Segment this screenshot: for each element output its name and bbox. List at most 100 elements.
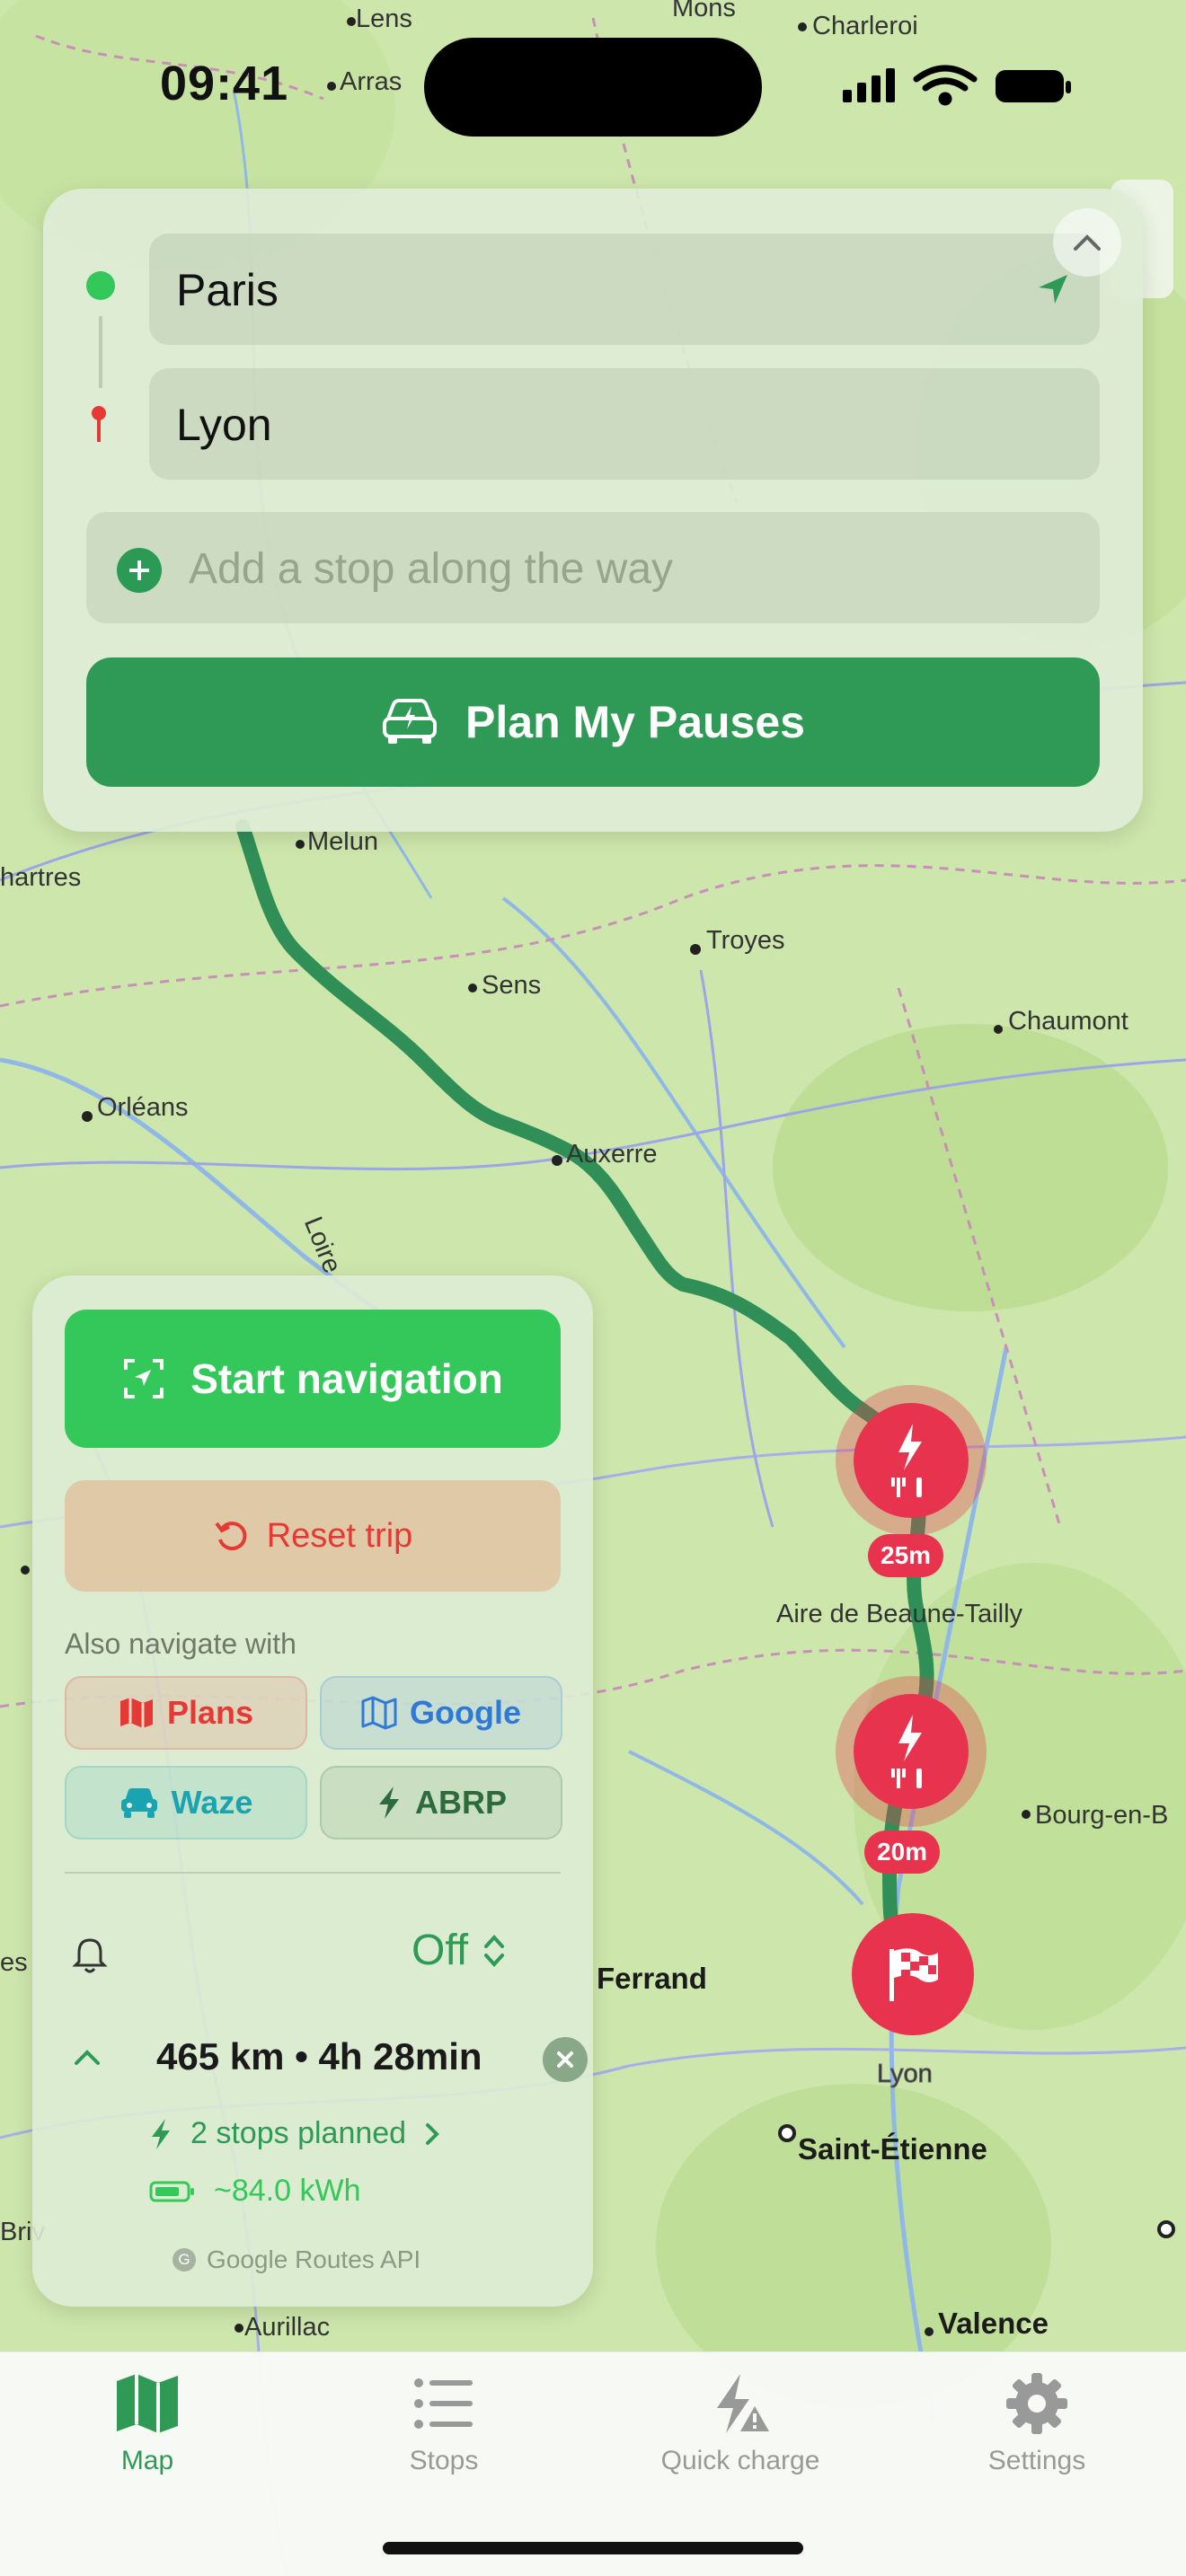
map-label: Charleroi (812, 12, 918, 40)
battery-icon (149, 2181, 194, 2201)
chevron-up-down-icon (484, 1934, 505, 1967)
tab-map-label: Map (120, 2446, 174, 2475)
attribution: G Google Routes API (173, 2245, 420, 2274)
map-label: Lyon (877, 2060, 933, 2088)
wifi-icon (913, 65, 978, 106)
alert-value: Off (412, 1927, 469, 1974)
map-label: Orléans (97, 1093, 189, 1122)
origin-dot (86, 271, 115, 300)
destination-field[interactable]: Lyon (149, 368, 1100, 480)
reset-trip-label: Reset trip (266, 1516, 413, 1555)
destination-marker[interactable] (852, 1913, 974, 2035)
close-icon (557, 2051, 573, 2068)
bolt-warning-icon (717, 2374, 769, 2433)
reset-trip-button[interactable]: Reset trip (65, 1480, 561, 1592)
tab-stops-label: Stops (409, 2446, 479, 2475)
car-icon (120, 1788, 157, 1818)
plan-pauses-label: Plan My Pauses (465, 697, 805, 747)
plans-label: Plans (166, 1694, 254, 1731)
map-label: Arras (340, 67, 402, 96)
add-stop-field[interactable]: Add a stop along the way (86, 512, 1100, 623)
home-indicator (383, 2542, 803, 2554)
add-icon (117, 548, 162, 593)
checkered-flag-icon (890, 1948, 938, 2001)
status-icons (836, 65, 1078, 114)
abrp-label: ABRP (414, 1784, 507, 1821)
tab-quick-charge-label: Quick charge (660, 2446, 820, 2475)
route-planner-card: Paris Lyon Add a stop along the way Plan… (43, 189, 1143, 832)
trip-summary[interactable]: 465 km • 4h 28min (65, 2035, 588, 2089)
tab-quick-charge[interactable]: Quick charge (642, 2372, 839, 2498)
tab-stops[interactable]: Stops (345, 2372, 543, 2498)
map-label: Aurillac (244, 2313, 330, 2342)
map-icon (119, 1698, 153, 1728)
bolt-fork-icon (891, 1424, 922, 1497)
reset-icon (215, 1522, 247, 1551)
tab-map[interactable]: Map (49, 2372, 246, 2498)
list-icon (414, 2378, 473, 2429)
energy-value: ~84.0 kWh (214, 2174, 361, 2208)
start-navigation-label: Start navigation (190, 1355, 503, 1402)
map-label: Ferrand (597, 1962, 707, 1995)
dynamic-island (424, 38, 762, 137)
gear-icon (1006, 2373, 1067, 2434)
stops-planned-label: 2 stops planned (190, 2116, 407, 2150)
bolt-icon (378, 1786, 399, 1819)
also-navigate-label: Also navigate with (65, 1628, 296, 1660)
attribution-label: Google Routes API (207, 2245, 421, 2273)
map-label: Bourg-en-B (1035, 1801, 1168, 1830)
status-time: 09:41 (160, 57, 289, 110)
chevron-right-icon (426, 2122, 439, 2145)
map-label: Aire de Beaune-Tailly (776, 1600, 1023, 1628)
chevron-up-icon (1074, 234, 1101, 251)
waze-label: Waze (171, 1784, 253, 1821)
map-label: Saint-Étienne (798, 2132, 987, 2166)
plans-button[interactable]: Plans (65, 1676, 307, 1750)
google-g-icon: G (173, 2248, 196, 2272)
stops-planned-link[interactable]: 2 stops planned (149, 2116, 440, 2151)
energy-estimate: ~84.0 kWh (149, 2174, 360, 2209)
location-arrow-icon[interactable] (1037, 273, 1069, 305)
charging-stop-marker[interactable] (854, 1403, 969, 1518)
waze-button[interactable]: Waze (65, 1766, 307, 1839)
map-label: Auxerre (566, 1140, 658, 1169)
map-label: Chaumont (1008, 1007, 1128, 1036)
route-connector (99, 316, 102, 388)
plan-pauses-button[interactable]: Plan My Pauses (86, 657, 1100, 787)
battery-icon (996, 70, 1071, 102)
car-bolt-icon (383, 699, 438, 744)
clear-route-button[interactable] (543, 2037, 588, 2082)
origin-field[interactable]: Paris (149, 234, 1100, 345)
trip-panel: Start navigation Reset trip Also navigat… (32, 1275, 593, 2307)
signal-icon (843, 68, 895, 102)
collapse-button[interactable] (1053, 208, 1121, 277)
google-label: Google (410, 1694, 521, 1731)
chevron-up-icon[interactable] (74, 2048, 101, 2066)
map-label: Sens (482, 971, 541, 1000)
google-maps-button[interactable]: Google (320, 1676, 562, 1750)
bolt-fork-icon (891, 1715, 922, 1788)
navigation-frame-icon (124, 1359, 164, 1398)
origin-value: Paris (176, 265, 279, 315)
trip-distance-duration: 465 km • 4h 28min (156, 2035, 482, 2078)
abrp-button[interactable]: ABRP (320, 1766, 562, 1839)
bell-icon (72, 1938, 108, 1973)
destination-value: Lyon (176, 400, 272, 450)
map-label: Mons (672, 0, 736, 22)
map-outline-icon (361, 1696, 397, 1730)
bolt-icon (152, 2118, 170, 2149)
charging-stop-marker[interactable] (854, 1694, 969, 1809)
map-label: Valence (938, 2307, 1049, 2340)
stop-duration-badge: 20m (864, 1831, 941, 1874)
map-label: Lens (356, 4, 412, 33)
map-icon (117, 2374, 178, 2433)
map-label: es (0, 1948, 28, 1977)
destination-pin-icon (92, 406, 106, 442)
divider (65, 1872, 561, 1874)
map-label: Troyes (706, 926, 785, 955)
map-label: hartres (0, 863, 81, 892)
alert-selector[interactable]: Off (412, 1926, 506, 1975)
stop-duration-badge: 25m (868, 1534, 944, 1577)
start-navigation-button[interactable]: Start navigation (65, 1310, 561, 1448)
tab-settings[interactable]: Settings (938, 2372, 1136, 2498)
